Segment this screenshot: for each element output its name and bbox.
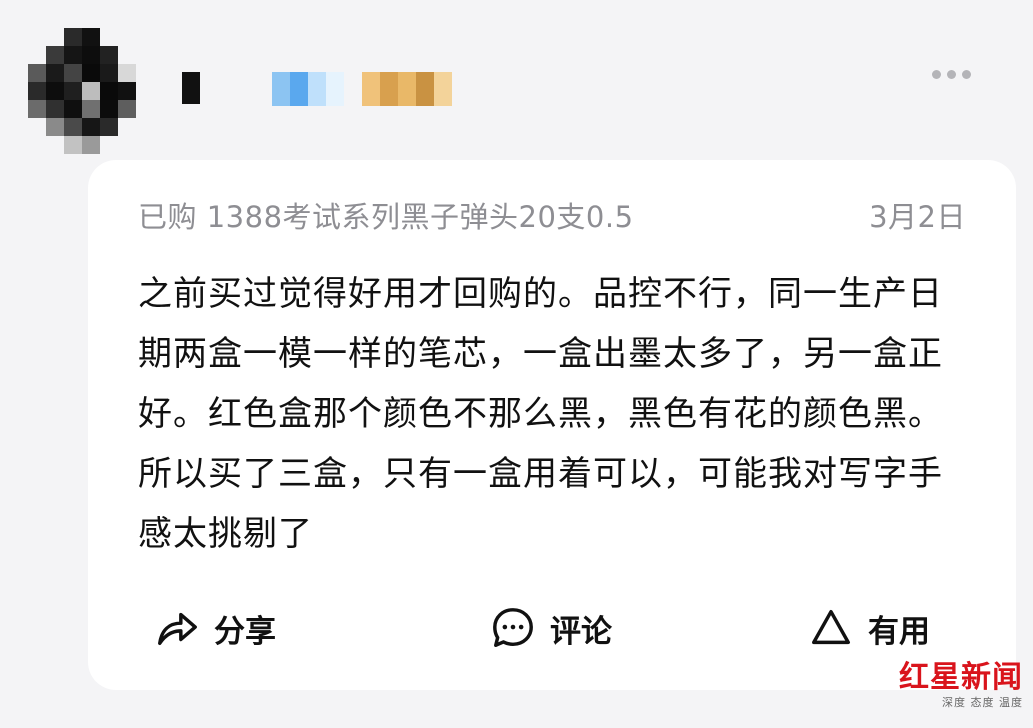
avatar-pixel: [100, 136, 118, 154]
avatar-pixel: [46, 46, 64, 64]
avatar-pixel: [136, 64, 154, 82]
avatar-pixel: [100, 100, 118, 118]
useful-label: 有用: [868, 613, 930, 650]
username-blurred: [182, 72, 200, 104]
avatar-pixel: [118, 136, 136, 154]
review-date: 3月2日: [869, 200, 966, 234]
avatar-pixel: [118, 118, 136, 136]
review-card: 已购 1388考试系列黑子弹头20支0.5 3月2日 之前买过觉得好用才回购的。…: [88, 160, 1016, 690]
mosaic-pixel: [380, 72, 398, 106]
avatar-pixel: [100, 64, 118, 82]
avatar-pixel: [118, 82, 136, 100]
avatar-pixel: [100, 118, 118, 136]
avatar-pixel: [100, 82, 118, 100]
avatar-pixel: [28, 46, 46, 64]
avatar-pixel: [28, 28, 46, 46]
username-mosaic-blue: [272, 72, 344, 106]
more-dots-icon: [932, 70, 941, 79]
avatar-pixel: [82, 64, 100, 82]
avatar-pixel: [28, 64, 46, 82]
avatar-pixel: [82, 100, 100, 118]
mosaic-pixel: [416, 72, 434, 106]
mosaic-pixel: [308, 72, 326, 106]
avatar-pixel: [46, 64, 64, 82]
avatar-pixel: [82, 46, 100, 64]
more-options-button[interactable]: [932, 70, 971, 79]
avatar-pixel: [64, 100, 82, 118]
mosaic-pixel: [290, 72, 308, 106]
triangle-useful-icon: [812, 609, 850, 645]
avatar-pixel: [46, 118, 64, 136]
mosaic-pixel: [434, 72, 452, 106]
comment-label: 评论: [550, 613, 612, 650]
avatar-pixel: [46, 136, 64, 154]
share-arrow-icon: [158, 612, 197, 646]
watermark-title: 红星新闻: [899, 660, 1023, 695]
avatar-pixel: [118, 64, 136, 82]
useful-button[interactable]: 有用: [808, 600, 930, 656]
avatar-pixel: [136, 136, 154, 154]
avatar-pixel: [64, 82, 82, 100]
avatar-pixel: [64, 28, 82, 46]
avatar-pixel: [64, 46, 82, 64]
avatar-pixel: [136, 28, 154, 46]
avatar-pixel: [64, 136, 82, 154]
share-button[interactable]: 分享: [154, 600, 276, 656]
review-meta: 已购 1388考试系列黑子弹头20支0.5 3月2日: [138, 194, 966, 234]
news-watermark-logo: 红星新闻 深度 态度 温度: [893, 660, 1023, 720]
share-label: 分享: [214, 613, 276, 650]
avatar-pixel: [82, 118, 100, 136]
watermark-subtitle: 深度 态度 温度: [942, 696, 1023, 709]
review-text: 之前买过觉得好用才回购的。品控不行，同一生产日期两盒一模一样的笔芯，一盒出墨太多…: [138, 274, 943, 554]
avatar-pixel: [28, 100, 46, 118]
avatar-pixel: [46, 82, 64, 100]
avatar-pixel: [64, 64, 82, 82]
mosaic-pixel: [362, 72, 380, 106]
mosaic-pixel: [326, 72, 344, 106]
username-mosaic-gold: [362, 72, 452, 106]
avatar-pixel: [118, 46, 136, 64]
avatar-pixel: [82, 82, 100, 100]
avatar-pixel: [82, 136, 100, 154]
mosaic-pixel: [272, 72, 290, 106]
avatar-pixel: [136, 100, 154, 118]
avatar-pixel: [28, 82, 46, 100]
avatar-pixel: [118, 28, 136, 46]
review-actions: 分享 评论 有用: [88, 600, 1016, 656]
avatar-pixel: [136, 82, 154, 100]
avatar-pixel: [28, 136, 46, 154]
avatar-pixel: [100, 46, 118, 64]
avatar[interactable]: [28, 28, 154, 154]
avatar-pixel: [28, 118, 46, 136]
purchased-product-label[interactable]: 已购 1388考试系列黑子弹头20支0.5: [138, 194, 634, 236]
avatar-pixel: [136, 46, 154, 64]
avatar-pixel: [118, 100, 136, 118]
avatar-pixel: [64, 118, 82, 136]
mosaic-pixel: [398, 72, 416, 106]
comment-bubble-icon: [493, 608, 533, 647]
avatar-pixel: [136, 118, 154, 136]
avatar-pixel: [82, 28, 100, 46]
comment-button[interactable]: 评论: [490, 600, 612, 656]
avatar-pixel: [46, 100, 64, 118]
avatar-pixel: [46, 28, 64, 46]
avatar-pixel: [100, 28, 118, 46]
